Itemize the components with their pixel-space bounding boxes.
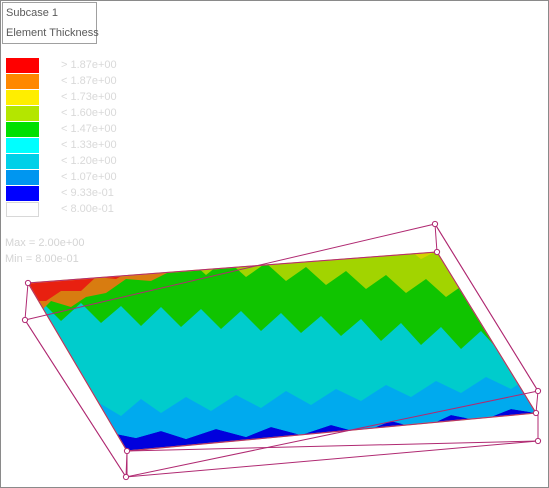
legend-entry: < 1.20e+00 bbox=[6, 154, 126, 170]
legend-swatch bbox=[6, 122, 39, 137]
legend-label: < 9.33e-01 bbox=[61, 187, 114, 199]
legend-entry: < 1.47e+00 bbox=[6, 122, 126, 138]
legend-entry: < 9.33e-01 bbox=[6, 186, 126, 202]
graphics-viewport[interactable]: Subcase 1 Element Thickness > 1.87e+00 <… bbox=[0, 0, 549, 488]
legend-swatch bbox=[6, 74, 39, 89]
legend-entry: > 1.87e+00 bbox=[6, 58, 126, 74]
legend-entry: < 1.33e+00 bbox=[6, 138, 126, 154]
contour-legend[interactable]: > 1.87e+00 < 1.87e+00 < 1.73e+00 < 1.60e… bbox=[1, 50, 125, 270]
result-type-label: Element Thickness bbox=[6, 27, 99, 39]
legend-swatch bbox=[6, 170, 39, 185]
legend-entry: < 1.07e+00 bbox=[6, 170, 126, 186]
legend-swatch bbox=[6, 154, 39, 169]
legend-swatch bbox=[6, 58, 39, 73]
legend-label: > 1.87e+00 bbox=[61, 59, 117, 71]
legend-max-value: Max = 2.00e+00 bbox=[5, 237, 85, 249]
legend-entry: < 1.73e+00 bbox=[6, 90, 126, 106]
legend-swatch bbox=[6, 202, 39, 217]
legend-swatch bbox=[6, 138, 39, 153]
legend-swatch bbox=[6, 186, 39, 201]
legend-label: < 1.47e+00 bbox=[61, 123, 117, 135]
legend-label: < 1.07e+00 bbox=[61, 171, 117, 183]
legend-label: < 1.87e+00 bbox=[61, 75, 117, 87]
legend-min-value: Min = 8.00e-01 bbox=[5, 253, 79, 265]
legend-label: < 1.33e+00 bbox=[61, 139, 117, 151]
legend-swatch bbox=[6, 106, 39, 121]
result-title-box: Subcase 1 Element Thickness bbox=[2, 2, 99, 44]
legend-label: < 1.60e+00 bbox=[61, 107, 117, 119]
legend-entry: < 1.60e+00 bbox=[6, 106, 126, 122]
legend-entry: < 1.87e+00 bbox=[6, 74, 126, 90]
legend-label: < 1.20e+00 bbox=[61, 155, 117, 167]
legend-entry: < 8.00e-01 bbox=[6, 202, 126, 218]
legend-label: < 8.00e-01 bbox=[61, 203, 114, 215]
legend-swatch bbox=[6, 90, 39, 105]
subcase-label: Subcase 1 bbox=[6, 7, 58, 19]
legend-label: < 1.73e+00 bbox=[61, 91, 117, 103]
